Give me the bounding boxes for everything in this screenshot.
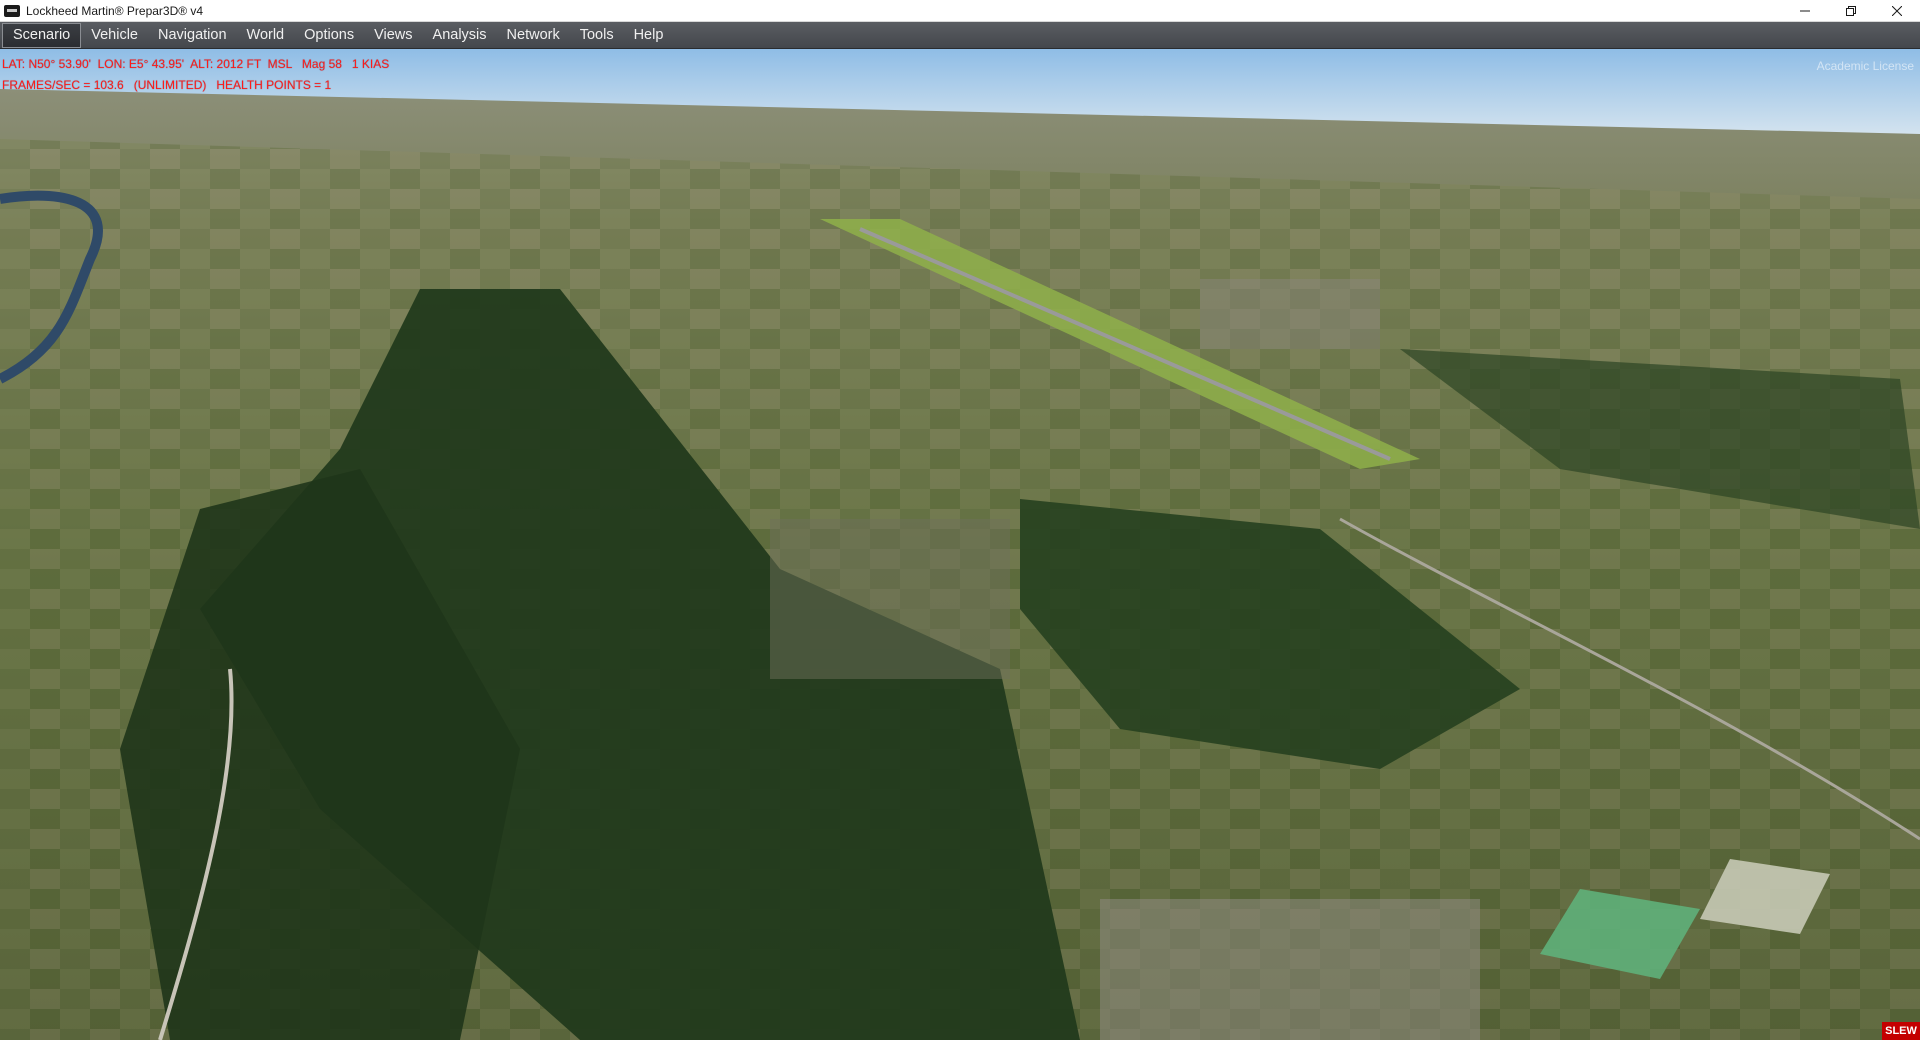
menu-network[interactable]: Network — [497, 22, 570, 49]
window-titlebar: Lockheed Martin® Prepar3D® v4 — [0, 0, 1920, 22]
hud-position-readout: LAT: N50° 53.90' LON: E5° 43.95' ALT: 20… — [2, 57, 390, 71]
menu-bar: Scenario Vehicle Navigation World Option… — [0, 22, 1920, 49]
restore-button[interactable] — [1828, 0, 1874, 22]
menu-tools[interactable]: Tools — [570, 22, 624, 49]
menu-navigation[interactable]: Navigation — [148, 22, 237, 49]
menu-world[interactable]: World — [237, 22, 295, 49]
close-button[interactable] — [1874, 0, 1920, 22]
hud-frames-readout: FRAMES/SEC = 103.6 (UNLIMITED) HEALTH PO… — [2, 78, 332, 92]
app-icon — [4, 4, 20, 17]
simulator-viewport[interactable]: LAT: N50° 53.90' LON: E5° 43.95' ALT: 20… — [0, 49, 1920, 1040]
close-icon — [1892, 6, 1902, 16]
menu-analysis[interactable]: Analysis — [423, 22, 497, 49]
license-watermark: Academic License — [1816, 59, 1914, 73]
menu-scenario[interactable]: Scenario — [2, 22, 82, 48]
restore-icon — [1846, 6, 1856, 16]
menu-views[interactable]: Views — [364, 22, 422, 49]
aerial-scenery — [0, 49, 1920, 1040]
minimize-icon — [1800, 10, 1810, 12]
slew-indicator: SLEW — [1882, 1022, 1920, 1040]
menu-vehicle[interactable]: Vehicle — [81, 22, 148, 49]
menu-help[interactable]: Help — [624, 22, 674, 49]
menu-options[interactable]: Options — [294, 22, 364, 49]
window-controls — [1782, 0, 1920, 22]
window-title: Lockheed Martin® Prepar3D® v4 — [26, 3, 204, 18]
minimize-button[interactable] — [1782, 0, 1828, 22]
